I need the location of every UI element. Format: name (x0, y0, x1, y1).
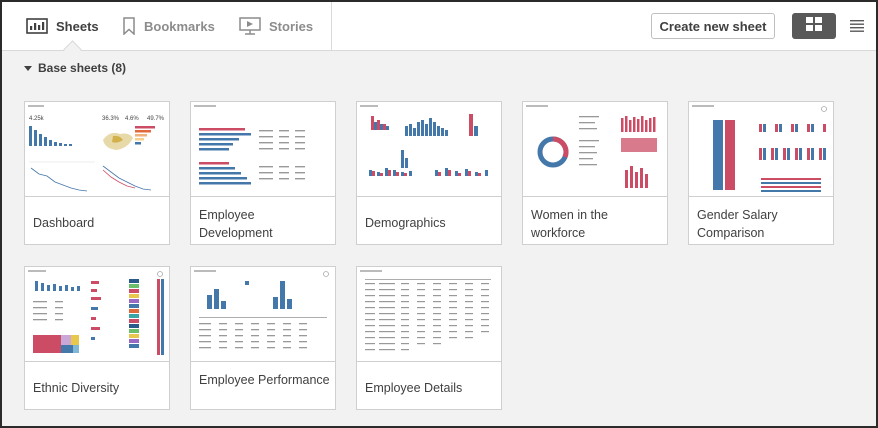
sheet-title: Employee Performance (199, 373, 330, 387)
employee-performance-thumbnail (191, 267, 335, 362)
sheet-card-demographics[interactable]: Demographics (356, 101, 502, 245)
tab-stories-label: Stories (269, 18, 314, 34)
tab-bookmarks[interactable]: Bookmarks (122, 2, 215, 50)
tab-sheets-label: Sheets (56, 18, 99, 34)
employee-development-thumbnail (191, 102, 335, 197)
base-sheets-header[interactable]: Base sheets (8) (24, 61, 126, 75)
stories-icon (239, 17, 261, 35)
dashboard-thumbnail: 4.25k 36.3% 4.6% 49.7% (25, 102, 169, 197)
create-new-sheet-button[interactable]: Create new sheet (651, 13, 775, 39)
sheet-title: Ethnic Diversity (33, 381, 120, 395)
sheet-title: Demographics (365, 216, 446, 230)
sheet-title: Gender Salary Comparison (697, 208, 778, 240)
sheet-card-employee-details[interactable]: Employee Details (356, 266, 502, 410)
sheet-title: Women in the workforce (531, 208, 608, 240)
sheet-card-employee-performance[interactable]: Employee Performance (190, 266, 336, 410)
bookmark-icon (122, 17, 136, 35)
kpi-1: 4.25k (29, 116, 45, 122)
sheet-title: Dashboard (33, 216, 95, 230)
tab-bookmarks-label: Bookmarks (144, 18, 215, 34)
top-toolbar: Sheets Bookmarks Stories Create new shee… (2, 2, 876, 51)
app-frame: Sheets Bookmarks Stories Create new shee… (0, 0, 878, 428)
kpi-4: 49.7% (147, 116, 165, 122)
kpi-2: 36.3% (102, 116, 120, 122)
sheet-card-ethnic-diversity[interactable]: Ethnic Diversity (24, 266, 170, 410)
sheet-title: Employee Details (365, 381, 463, 395)
caret-down-icon (24, 61, 32, 75)
ethnic-diversity-thumbnail (25, 267, 169, 362)
grid-view-icon (806, 16, 822, 36)
demographics-thumbnail (357, 102, 501, 197)
tab-stories[interactable]: Stories (239, 2, 313, 50)
grid-view-button[interactable] (792, 13, 836, 39)
tab-sheets[interactable]: Sheets (26, 2, 99, 50)
sheet-card-women-in-the-workforce[interactable]: Women in the workforce (522, 101, 668, 245)
sheets-icon (26, 17, 48, 35)
sheet-card-employee-development[interactable]: Employee Development (190, 101, 336, 245)
list-view-button[interactable] (850, 19, 864, 38)
sheet-title: Employee Development (199, 208, 273, 240)
tab-divider (331, 2, 332, 50)
employee-details-thumbnail (357, 267, 501, 362)
sheet-card-dashboard[interactable]: 4.25k 36.3% 4.6% 49.7% Dashboard (24, 101, 170, 245)
list-view-icon (850, 20, 864, 37)
gender-salary-thumbnail (689, 102, 833, 197)
sheet-card-gender-salary-comparison[interactable]: Gender Salary Comparison (688, 101, 834, 245)
kpi-3: 4.6% (125, 116, 139, 122)
women-workforce-thumbnail (523, 102, 667, 197)
section-title: Base sheets (8) (38, 61, 127, 75)
